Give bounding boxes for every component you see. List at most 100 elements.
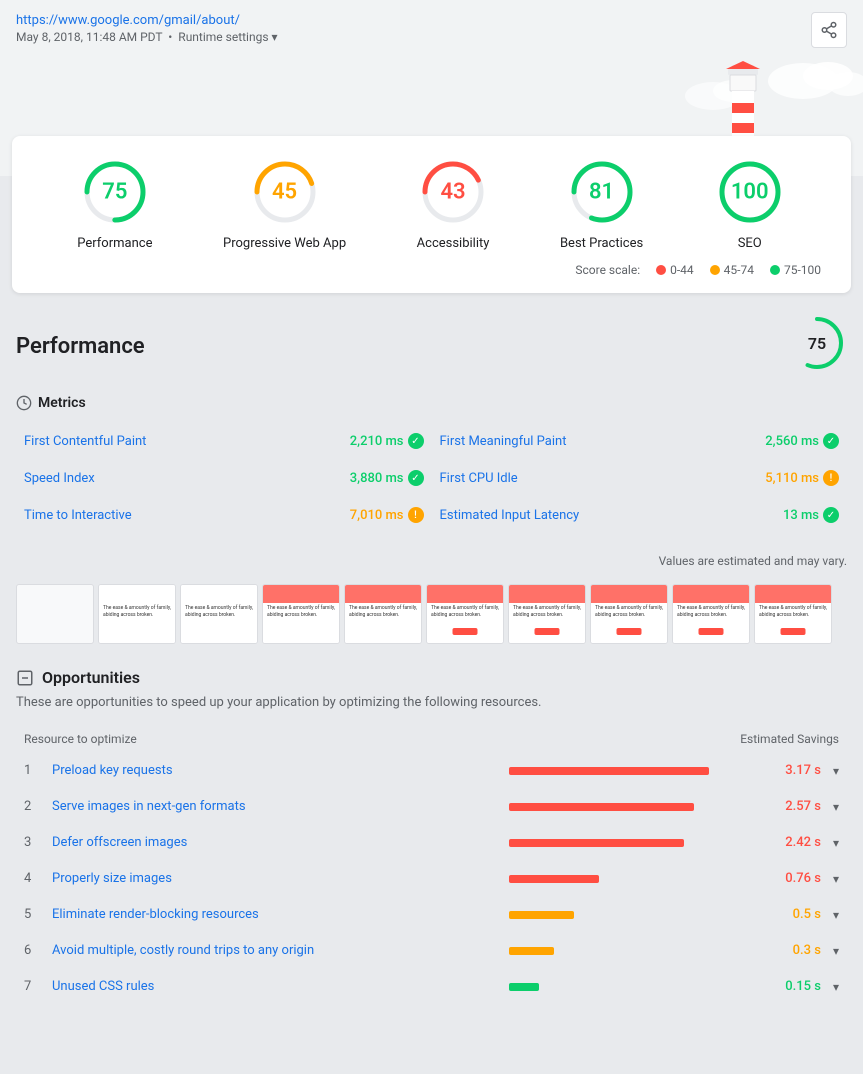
opp-bar bbox=[509, 875, 599, 883]
url-link[interactable]: https://www.google.com/gmail/about/ bbox=[16, 13, 240, 28]
metric-status-icon: ✓ bbox=[408, 470, 424, 486]
score-label-pwa: Progressive Web App bbox=[223, 236, 346, 251]
opp-bar bbox=[509, 911, 574, 919]
header-meta: May 8, 2018, 11:48 AM PDT • Runtime sett… bbox=[16, 30, 278, 44]
score-item-performance[interactable]: 75 Performance bbox=[77, 156, 152, 251]
opp-bar-area bbox=[509, 947, 769, 955]
filmstrip-frame: The ease & amountly of family, abiding a… bbox=[180, 584, 258, 644]
opp-name: Eliminate render-blocking resources bbox=[52, 907, 497, 922]
values-note: Values are estimated and may vary. bbox=[16, 554, 847, 568]
opp-expand-chevron[interactable]: ▾ bbox=[833, 800, 839, 814]
metric-status-icon: ! bbox=[823, 470, 839, 486]
metric-name: Time to Interactive bbox=[24, 508, 132, 523]
metric-value-text: 13 ms bbox=[783, 508, 819, 523]
opp-savings: 0.3 s bbox=[781, 943, 821, 958]
runtime-settings-link[interactable]: Runtime settings bbox=[178, 30, 268, 44]
metric-row: First CPU Idle 5,110 ms ! bbox=[432, 460, 848, 497]
score-number-accessibility: 43 bbox=[440, 180, 465, 205]
share-button[interactable] bbox=[811, 12, 847, 48]
score-item-accessibility[interactable]: 43 Accessibility bbox=[417, 156, 490, 251]
opp-bar-area bbox=[509, 839, 769, 847]
opp-bar bbox=[509, 839, 684, 847]
score-item-best-practices[interactable]: 81 Best Practices bbox=[560, 156, 643, 251]
score-number-performance: 75 bbox=[102, 180, 127, 205]
metric-name: Speed Index bbox=[24, 471, 95, 486]
metric-row: Estimated Input Latency 13 ms ✓ bbox=[432, 497, 848, 534]
opp-bar-area bbox=[509, 983, 769, 991]
metrics-left-col: First Contentful Paint 2,210 ms ✓ Speed … bbox=[16, 423, 432, 534]
filmstrip-frame: The ease & amountly of family, abiding a… bbox=[754, 584, 832, 644]
filmstrip-frame: The ease & amountly of family, abiding a… bbox=[262, 584, 340, 644]
date-time: May 8, 2018, 11:48 AM PDT bbox=[16, 30, 162, 44]
filmstrip-frame: The ease & amountly of family, abiding a… bbox=[426, 584, 504, 644]
metrics-right-col: First Meaningful Paint 2,560 ms ✓ First … bbox=[432, 423, 848, 534]
opportunity-row[interactable]: 7 Unused CSS rules 0.15 s ▾ bbox=[16, 968, 847, 1004]
metric-value: 7,010 ms ! bbox=[350, 507, 424, 523]
metrics-label: Metrics bbox=[38, 395, 86, 411]
scores-panel: 75 Performance 45 Progressive Web App 43… bbox=[12, 136, 851, 293]
score-label-performance: Performance bbox=[77, 236, 152, 251]
opp-number: 3 bbox=[24, 835, 40, 850]
metrics-section: Metrics First Contentful Paint 2,210 ms … bbox=[16, 395, 847, 534]
score-item-seo[interactable]: 100 SEO bbox=[714, 156, 786, 251]
opp-expand-chevron[interactable]: ▾ bbox=[833, 836, 839, 850]
opp-expand-chevron[interactable]: ▾ bbox=[833, 908, 839, 922]
score-item-pwa[interactable]: 45 Progressive Web App bbox=[223, 156, 346, 251]
metric-row: Time to Interactive 7,010 ms ! bbox=[16, 497, 432, 534]
score-number-seo: 100 bbox=[731, 180, 769, 205]
opportunity-row[interactable]: 2 Serve images in next-gen formats 2.57 … bbox=[16, 788, 847, 824]
filmstrip: The ease & amountly of family, abiding a… bbox=[16, 580, 847, 648]
metric-status-icon: ✓ bbox=[408, 433, 424, 449]
opportunities-title: Opportunities bbox=[42, 668, 140, 687]
opp-bar bbox=[509, 767, 709, 775]
metric-value: 13 ms ✓ bbox=[783, 507, 839, 523]
metric-name: First Contentful Paint bbox=[24, 434, 146, 449]
opp-savings: 0.5 s bbox=[781, 907, 821, 922]
metric-status-icon: ✓ bbox=[823, 507, 839, 523]
scores-row: 75 Performance 45 Progressive Web App 43… bbox=[42, 156, 821, 251]
opp-bar-area bbox=[509, 767, 769, 775]
performance-title: Performance bbox=[16, 334, 145, 359]
opp-number: 2 bbox=[24, 799, 40, 814]
filmstrip-frame: The ease & amountly of family, abiding a… bbox=[508, 584, 586, 644]
metrics-icon bbox=[16, 395, 32, 411]
metric-value: 5,110 ms ! bbox=[765, 470, 839, 486]
opportunities-icon bbox=[16, 669, 34, 687]
scale-item: 75-100 bbox=[770, 263, 821, 277]
scale-range: 75-100 bbox=[784, 263, 821, 277]
opp-savings: 2.42 s bbox=[781, 835, 821, 850]
opportunity-row[interactable]: 6 Avoid multiple, costly round trips to … bbox=[16, 932, 847, 968]
opportunity-row[interactable]: 3 Defer offscreen images 2.42 s ▾ bbox=[16, 824, 847, 860]
opp-number: 5 bbox=[24, 907, 40, 922]
opp-name: Defer offscreen images bbox=[52, 835, 497, 850]
opp-bar-area bbox=[509, 911, 769, 919]
col-savings-label: Estimated Savings bbox=[740, 732, 839, 746]
performance-section-title: Performance 75 bbox=[16, 313, 847, 379]
scale-dot bbox=[710, 265, 720, 275]
metric-value: 3,880 ms ✓ bbox=[350, 470, 424, 486]
scale-range: 0-44 bbox=[670, 263, 694, 277]
score-circle-seo: 100 bbox=[714, 156, 786, 228]
score-label-seo: SEO bbox=[738, 236, 762, 251]
opp-number: 1 bbox=[24, 763, 40, 778]
opp-expand-chevron[interactable]: ▾ bbox=[833, 764, 839, 778]
col-resource-label: Resource to optimize bbox=[24, 732, 137, 746]
metric-value-text: 7,010 ms bbox=[350, 508, 404, 523]
opportunity-row[interactable]: 5 Eliminate render-blocking resources 0.… bbox=[16, 896, 847, 932]
opp-expand-chevron[interactable]: ▾ bbox=[833, 872, 839, 886]
scale-range: 45-74 bbox=[724, 263, 754, 277]
opp-bar bbox=[509, 983, 539, 991]
opportunity-row[interactable]: 1 Preload key requests 3.17 s ▾ bbox=[16, 752, 847, 788]
score-number-best-practices: 81 bbox=[589, 180, 614, 205]
filmstrip-frame: The ease & amountly of family, abiding a… bbox=[590, 584, 668, 644]
filmstrip-frame: The ease & amountly of family, abiding a… bbox=[672, 584, 750, 644]
metric-value: 2,210 ms ✓ bbox=[350, 433, 424, 449]
opp-savings: 2.57 s bbox=[781, 799, 821, 814]
opp-expand-chevron[interactable]: ▾ bbox=[833, 944, 839, 958]
opp-savings: 0.15 s bbox=[781, 979, 821, 994]
opp-expand-chevron[interactable]: ▾ bbox=[833, 980, 839, 994]
metrics-header: Metrics bbox=[16, 395, 847, 411]
opportunity-row[interactable]: 4 Properly size images 0.76 s ▾ bbox=[16, 860, 847, 896]
opp-number: 7 bbox=[24, 979, 40, 994]
score-label-accessibility: Accessibility bbox=[417, 236, 490, 251]
